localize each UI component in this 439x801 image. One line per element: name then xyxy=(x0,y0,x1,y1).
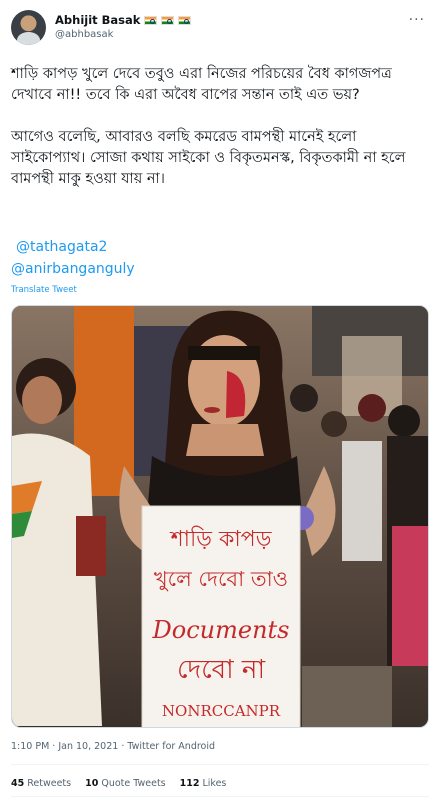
sign-line-2: খুলে দেবো তাও xyxy=(154,567,288,591)
sign-line-3: Documents xyxy=(152,616,290,644)
likes-stat[interactable]: 112 Likes xyxy=(180,778,227,789)
author-handle[interactable]: @abhbasak xyxy=(55,29,113,40)
quote-tweets-stat[interactable]: 10 Quote Tweets xyxy=(85,778,166,789)
translate-tweet-link[interactable]: Translate Tweet xyxy=(11,285,77,295)
tweet-meta: 1:10 PM · Jan 10, 2021 · Twitter for And… xyxy=(11,741,216,752)
tweet-header: Abhijit Basak @abhbasak ··· xyxy=(0,0,439,52)
author-display-name[interactable]: Abhijit Basak xyxy=(55,13,140,27)
india-flag-icon xyxy=(178,15,192,25)
avatar[interactable] xyxy=(11,10,46,45)
mentions: @tathagata2 @anirbanganguly xyxy=(11,236,429,280)
protest-photo-illustration: শাড়ি কাপড় খুলে দেবো তাও Documents দেবো… xyxy=(12,306,428,727)
likes-count: 112 xyxy=(179,778,200,789)
sign-line-1: শাড়ি কাপড় xyxy=(170,526,272,552)
tweet-stats: 45 Retweets 10 Quote Tweets 112 Likes xyxy=(11,778,226,789)
more-options-icon[interactable]: ··· xyxy=(409,12,425,28)
tweet-body: শাড়ি কাপড় খুলে দেবে তবুও এরা নিজের পরি… xyxy=(11,66,406,187)
retweets-count: 45 xyxy=(11,778,25,789)
divider xyxy=(11,796,429,797)
india-flag-icon xyxy=(161,15,175,25)
quote-tweets-label: Quote Tweets xyxy=(101,778,166,789)
divider xyxy=(11,764,429,765)
tweet-photo[interactable]: শাড়ি কাপড় খুলে দেবো তাও Documents দেবো… xyxy=(11,305,429,728)
quote-tweets-count: 10 xyxy=(85,778,99,789)
retweets-label: Retweets xyxy=(27,778,72,789)
sign-line-4: দেবো না xyxy=(177,655,265,685)
mention-link[interactable]: @tathagata2 xyxy=(11,236,429,258)
sign-line-5: NONRCCANPR xyxy=(162,702,281,720)
likes-label: Likes xyxy=(202,778,227,789)
retweets-stat[interactable]: 45 Retweets xyxy=(11,778,71,789)
author-name-row[interactable]: Abhijit Basak xyxy=(55,13,192,27)
mention-link[interactable]: @anirbanganguly xyxy=(11,258,429,280)
india-flag-icon xyxy=(144,15,158,25)
